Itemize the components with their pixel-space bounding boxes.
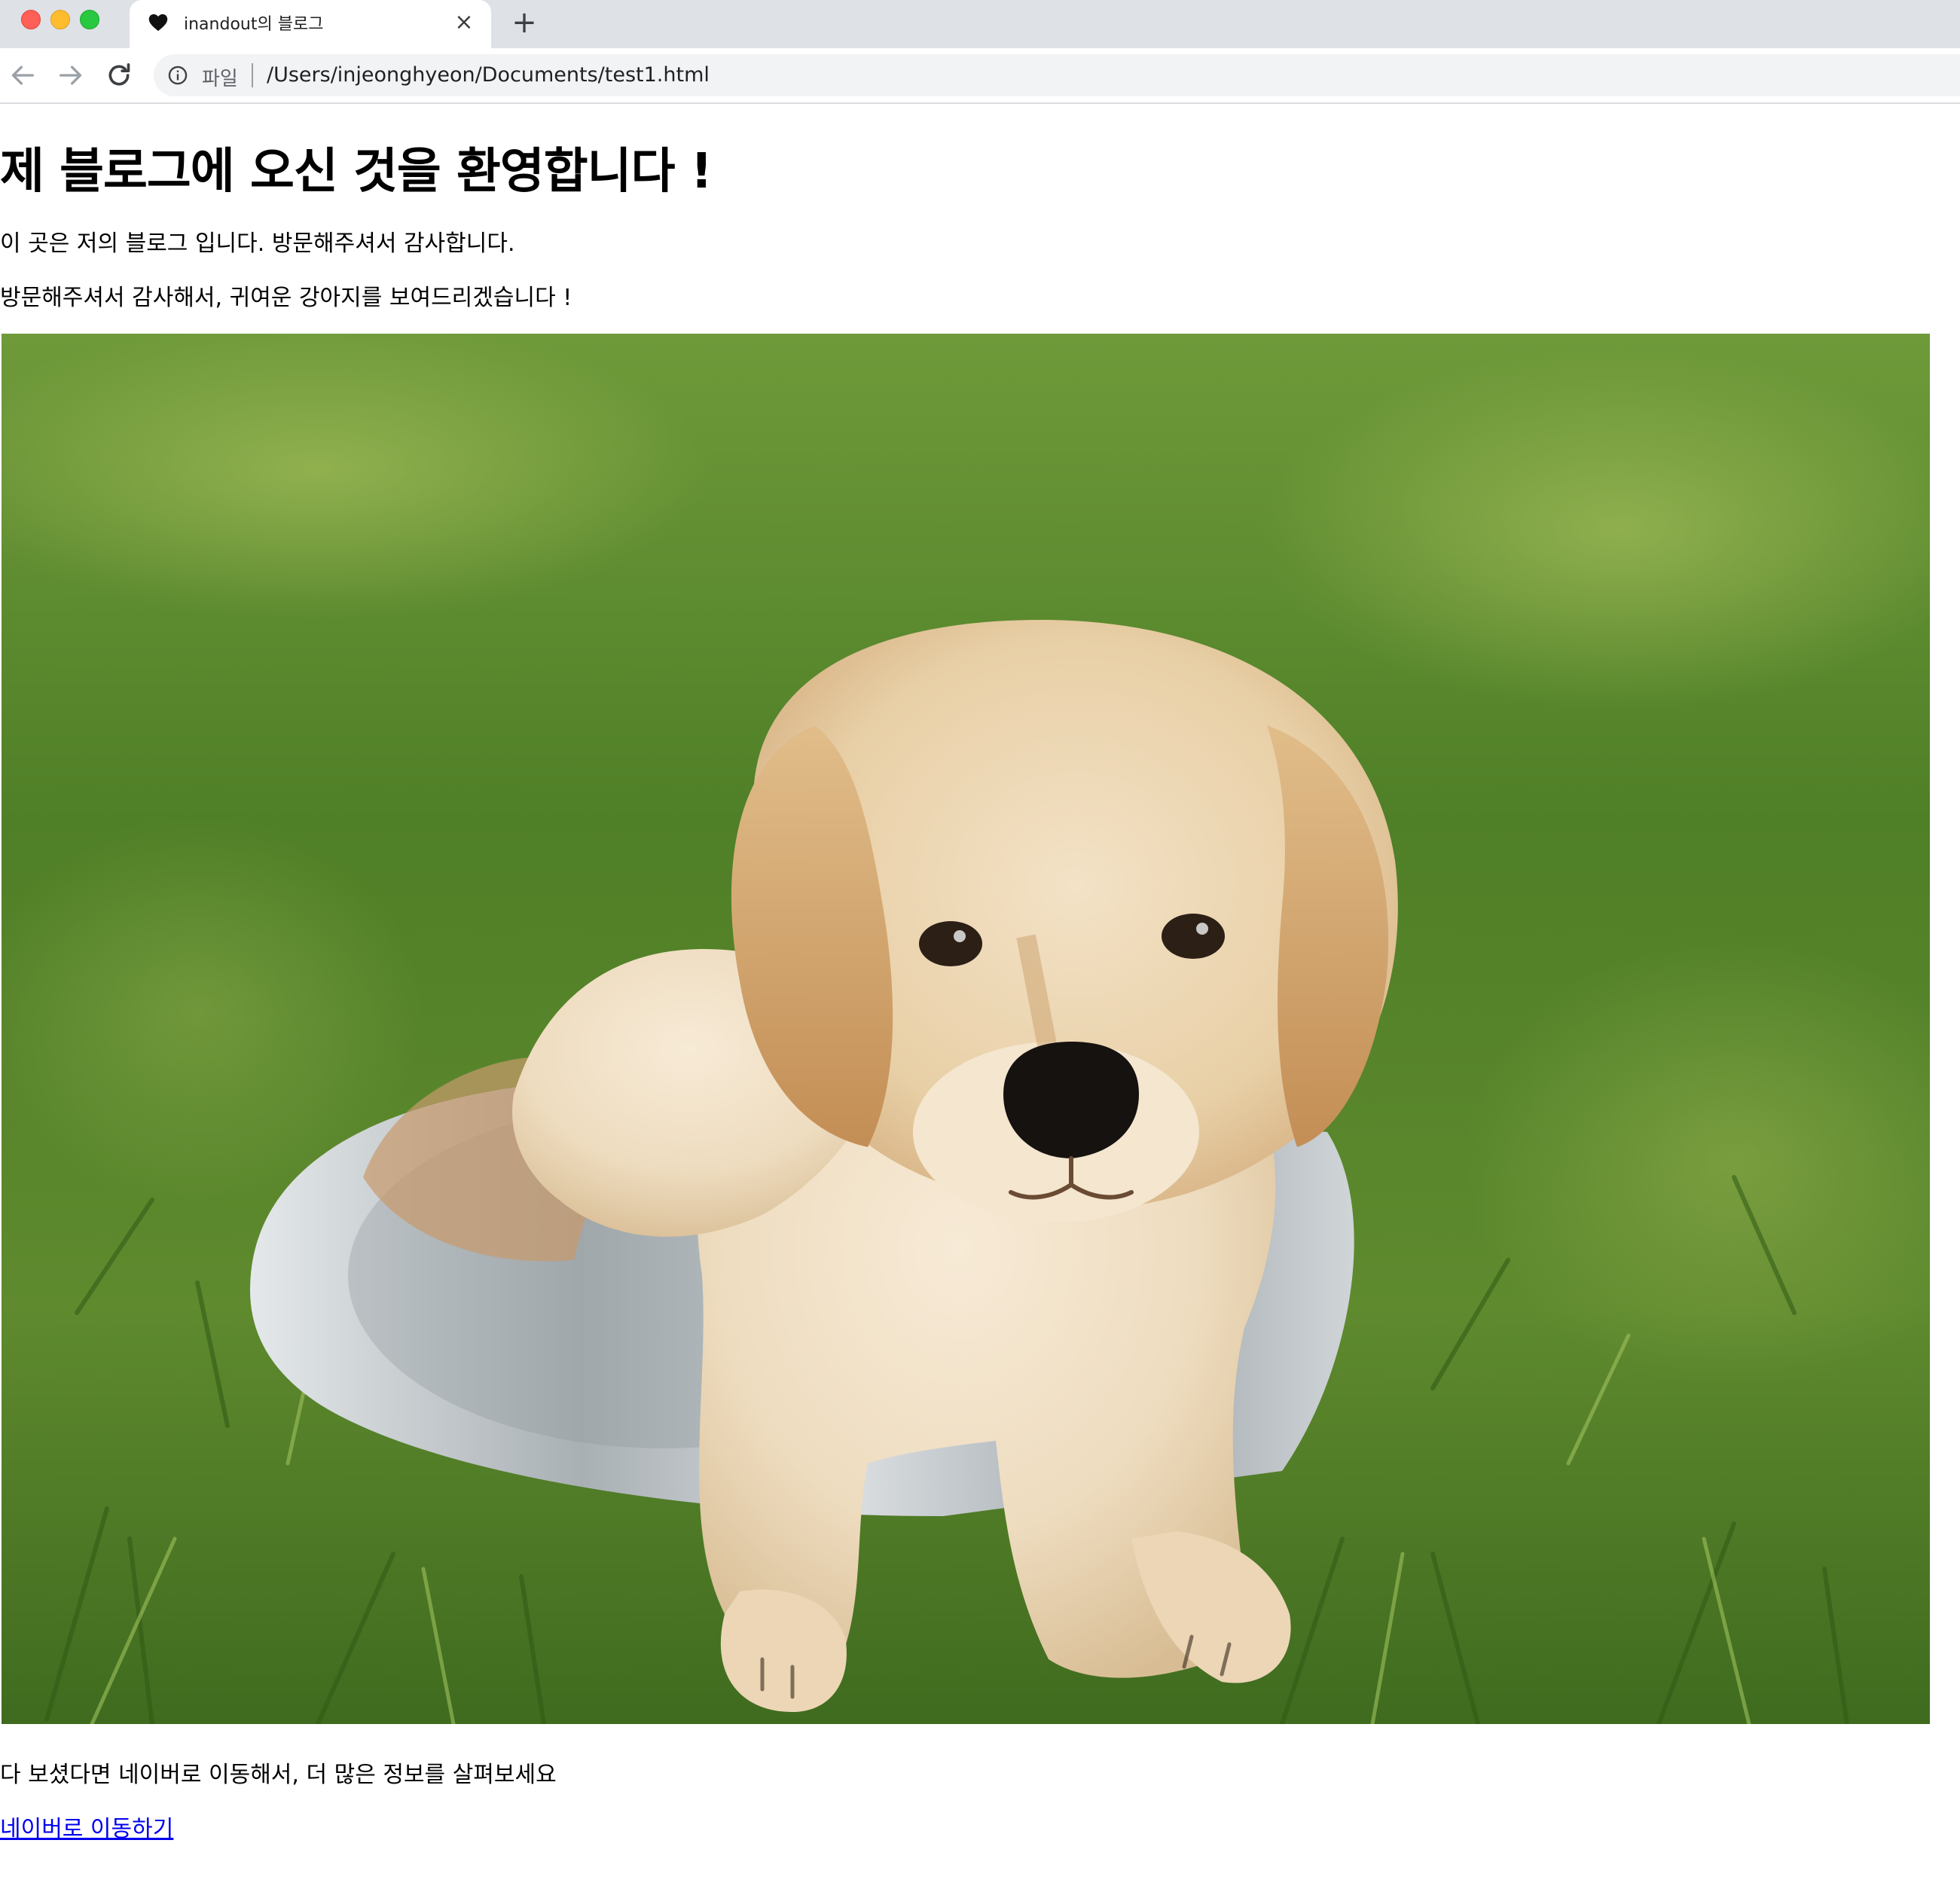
plus-icon[interactable]: + xyxy=(509,8,539,38)
address-bar[interactable]: 파일 /Users/injeonghyeon/Documents/test1.h… xyxy=(154,54,1960,96)
intro-text: 이 곳은 저의 블로그 입니다. 방문해주셔서 감사합니다. xyxy=(0,230,515,257)
close-window-button[interactable] xyxy=(21,10,41,29)
scheme-label: 파일 xyxy=(202,68,238,90)
forward-arrow-icon[interactable] xyxy=(56,60,86,90)
address-separator xyxy=(252,63,253,87)
puppy-image xyxy=(2,334,1930,1724)
tab-title: inandout의 블로그 xyxy=(184,15,324,34)
tab-strip: inandout의 블로그 × + xyxy=(0,0,1960,48)
minimize-window-button[interactable] xyxy=(50,10,70,29)
info-icon[interactable] xyxy=(167,65,188,86)
back-arrow-icon[interactable] xyxy=(8,60,38,90)
thanks-text: 방문해주셔서 감사해서, 귀여운 강아지를 보여드리겠습니다 ! xyxy=(0,285,572,311)
browser-tab-active[interactable]: inandout의 블로그 × xyxy=(130,0,491,48)
url-text[interactable]: /Users/injeonghyeon/Documents/test1.html xyxy=(267,63,710,87)
browser-toolbar: 파일 /Users/injeonghyeon/Documents/test1.h… xyxy=(0,48,1960,104)
heart-icon xyxy=(148,12,169,33)
outro-text: 다 보셨다면 네이버로 이동해서, 더 많은 정보를 살펴보세요 xyxy=(0,1762,557,1788)
close-icon[interactable]: × xyxy=(453,11,475,34)
reload-icon[interactable] xyxy=(104,60,134,90)
naver-link[interactable]: 네이버로 이동하기 xyxy=(0,1810,173,1843)
fullscreen-window-button[interactable] xyxy=(80,10,99,29)
page-title: 제 블로그에 오신 것을 환영합니다 ! xyxy=(0,144,713,200)
